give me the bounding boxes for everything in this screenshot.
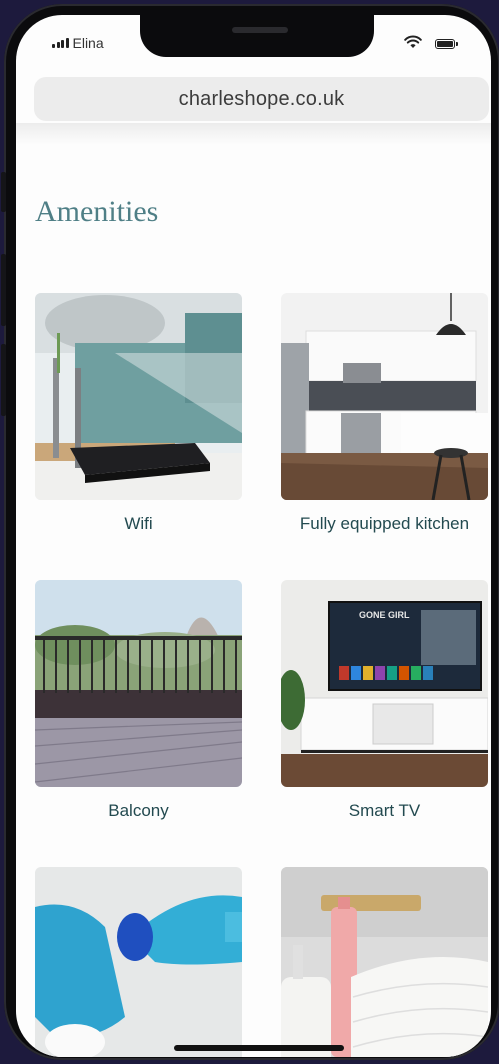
smart-tv-photo: GONE GIRL	[281, 580, 488, 787]
amenity-label: Fully equipped kitchen	[299, 514, 470, 533]
amenity-card-toiletries[interactable]	[281, 867, 488, 1057]
home-indicator[interactable]	[174, 1045, 344, 1051]
wifi-router-photo	[35, 293, 242, 500]
smart-tv-image: GONE GIRL	[281, 580, 488, 787]
amenity-card-cleaning[interactable]	[35, 867, 242, 1057]
amenity-card-balcony[interactable]: Balcony	[35, 580, 242, 821]
notch	[140, 15, 374, 57]
battery-icon	[435, 39, 458, 49]
wifi-icon	[404, 35, 422, 48]
mute-switch	[1, 172, 6, 212]
toiletries-towels-photo	[281, 867, 488, 1057]
cleaning-image	[35, 867, 242, 1057]
phone-frame: Elina charleshope.co.uk Amenities Wifi F…	[1, 4, 499, 1060]
address-bar[interactable]: charleshope.co.uk	[34, 77, 489, 121]
speaker-grille	[232, 27, 288, 33]
page-title: Amenities	[35, 195, 159, 228]
amenity-card-kitchen[interactable]: Fully equipped kitchen	[281, 293, 488, 534]
toiletries-image	[281, 867, 488, 1057]
kitchen-photo	[281, 293, 488, 500]
volume-down-button	[1, 344, 6, 416]
tv-title-text: GONE GIRL	[359, 610, 410, 620]
toolbar-shadow	[16, 123, 491, 145]
balcony-image	[35, 580, 242, 787]
amenity-label: Smart TV	[348, 801, 421, 820]
url-text: charleshope.co.uk	[178, 87, 345, 110]
signal-icon	[52, 38, 69, 48]
amenity-label: Balcony	[108, 801, 169, 820]
amenity-card-wifi[interactable]: Wifi	[35, 293, 242, 534]
carrier-indicator: Elina	[52, 35, 104, 51]
balcony-photo	[35, 580, 242, 787]
wifi-router-image	[35, 293, 242, 500]
status-bar: Elina	[16, 15, 491, 73]
volume-up-button	[1, 254, 6, 326]
kitchen-image	[281, 293, 488, 500]
amenity-card-smart-tv[interactable]: GONE GIRL Smart TV	[281, 580, 488, 821]
carrier-name: Elina	[72, 35, 104, 51]
screen: Elina charleshope.co.uk Amenities Wifi F…	[16, 15, 491, 1057]
amenity-label: Wifi	[124, 514, 153, 533]
cleaning-photo	[35, 867, 242, 1057]
